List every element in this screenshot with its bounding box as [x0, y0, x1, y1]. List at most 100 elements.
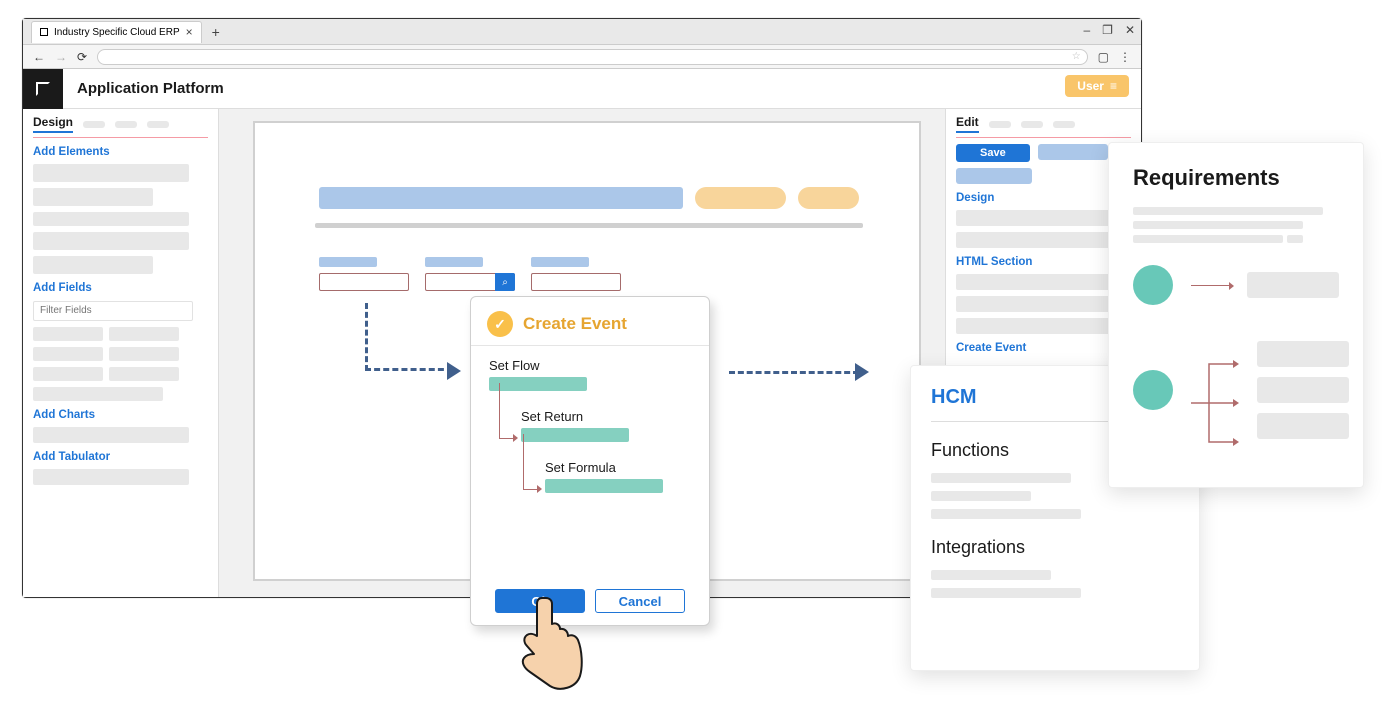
window-close-icon[interactable]: ✕	[1125, 23, 1135, 37]
element-item[interactable]	[33, 212, 189, 226]
requirement-node[interactable]	[1133, 265, 1339, 305]
field-label	[425, 257, 483, 267]
node-target	[1257, 413, 1349, 439]
tab-placeholder[interactable]	[83, 121, 105, 128]
edit-action[interactable]	[956, 168, 1032, 184]
flow-step-set-flow[interactable]: Set Flow	[489, 358, 691, 391]
element-item[interactable]	[33, 164, 189, 182]
field-item[interactable]	[109, 367, 179, 381]
modal-footer: Ok Cancel	[471, 589, 709, 613]
tabulator-item[interactable]	[33, 469, 189, 485]
field-item[interactable]	[109, 347, 179, 361]
chart-item[interactable]	[33, 427, 189, 443]
section-add-fields[interactable]: Add Fields	[33, 282, 208, 294]
flow-step-set-formula[interactable]: Set Formula	[545, 460, 691, 493]
list-item[interactable]	[931, 509, 1081, 519]
canvas-input-field[interactable]	[531, 273, 621, 291]
element-item[interactable]	[33, 188, 153, 206]
flow-step-set-return[interactable]: Set Return	[521, 409, 691, 442]
list-item[interactable]	[931, 491, 1031, 501]
requirement-node-branch[interactable]	[1133, 341, 1339, 439]
new-tab-button[interactable]: +	[202, 24, 230, 40]
field-item[interactable]	[33, 327, 103, 341]
browser-menu-icon[interactable]: ⋮	[1119, 50, 1131, 64]
text-line	[1287, 235, 1303, 243]
favicon-icon	[40, 28, 48, 36]
list-item[interactable]	[931, 588, 1081, 598]
text-line	[1133, 221, 1303, 229]
modal-header: ✓ Create Event	[471, 297, 709, 346]
cancel-button[interactable]: Cancel	[595, 589, 685, 613]
field-item[interactable]	[33, 347, 103, 361]
tab-placeholder[interactable]	[989, 121, 1011, 128]
tab-placeholder[interactable]	[147, 121, 169, 128]
flow-arrow	[365, 303, 453, 371]
section-add-elements[interactable]: Add Elements	[33, 146, 208, 158]
requirements-card: Requirements	[1108, 142, 1364, 488]
step-label: Set Formula	[545, 460, 691, 475]
design-item[interactable]	[956, 232, 1112, 248]
browser-tab[interactable]: Industry Specific Cloud ERP ×	[31, 21, 202, 43]
edit-action[interactable]	[1038, 144, 1108, 160]
window-maximize-icon[interactable]: ❐	[1102, 23, 1113, 37]
section-add-tabulator[interactable]: Add Tabulator	[33, 451, 208, 463]
node-circle-icon	[1133, 265, 1173, 305]
canvas-input-field[interactable]	[319, 273, 409, 291]
tab-title: Industry Specific Cloud ERP	[54, 27, 180, 38]
tab-close-icon[interactable]: ×	[186, 25, 193, 39]
step-label: Set Return	[521, 409, 691, 424]
text-line	[1133, 235, 1283, 243]
canvas-input-row: ⌕	[319, 273, 621, 291]
search-icon-button[interactable]: ⌕	[495, 273, 515, 291]
filter-fields-input[interactable]	[33, 301, 193, 321]
canvas-field-labels	[319, 257, 589, 267]
list-item[interactable]	[931, 570, 1051, 580]
section-create-event[interactable]: Create Event	[956, 342, 1131, 354]
element-item[interactable]	[33, 232, 189, 250]
app-logo[interactable]	[23, 69, 63, 109]
canvas-action-pill[interactable]	[695, 187, 786, 209]
text-line	[1133, 207, 1323, 215]
search-icon: ⌕	[502, 277, 508, 288]
section-html[interactable]: HTML Section	[956, 256, 1131, 268]
canvas-divider	[315, 223, 863, 228]
field-item[interactable]	[33, 367, 103, 381]
html-item[interactable]	[956, 274, 1112, 290]
nav-back-icon[interactable]: ←	[33, 50, 45, 64]
nav-forward-icon[interactable]: →	[55, 50, 67, 64]
window-controls: – ❐ ✕	[1083, 23, 1135, 37]
user-menu-button[interactable]: User ≡	[1065, 75, 1129, 97]
design-item[interactable]	[956, 210, 1112, 226]
list-item[interactable]	[931, 473, 1071, 483]
canvas-search-field[interactable]: ⌕	[425, 273, 515, 291]
tab-placeholder[interactable]	[1021, 121, 1043, 128]
tab-edit[interactable]: Edit	[956, 115, 979, 133]
hcm-integrations-heading: Integrations	[931, 537, 1179, 558]
tab-placeholder[interactable]	[115, 121, 137, 128]
window-minimize-icon[interactable]: –	[1083, 23, 1090, 37]
section-design[interactable]: Design	[956, 192, 1131, 204]
app-title: Application Platform	[63, 80, 224, 97]
user-label: User	[1077, 79, 1104, 93]
tab-placeholder[interactable]	[1053, 121, 1075, 128]
modal-title: Create Event	[523, 314, 627, 334]
field-item[interactable]	[33, 387, 163, 401]
arrow-head-icon	[447, 362, 461, 380]
flow-arrow	[729, 371, 859, 374]
bookmark-star-icon[interactable]: ☆	[1072, 51, 1081, 62]
canvas-title-bar[interactable]	[319, 187, 683, 209]
field-item[interactable]	[109, 327, 179, 341]
element-item[interactable]	[33, 256, 153, 274]
app-header: Application Platform User ≡	[23, 69, 1141, 109]
arrow-head-icon	[855, 363, 869, 381]
canvas-action-pill[interactable]	[798, 187, 859, 209]
tab-design[interactable]: Design	[33, 115, 73, 133]
modal-body: Set Flow Set Return Set Formula	[471, 346, 709, 511]
html-item[interactable]	[956, 296, 1112, 312]
html-item[interactable]	[956, 318, 1112, 334]
save-button[interactable]: Save	[956, 144, 1030, 162]
toolbar-extension-icon[interactable]: ▢	[1098, 50, 1109, 64]
nav-reload-icon[interactable]: ⟳	[77, 50, 87, 64]
section-add-charts[interactable]: Add Charts	[33, 409, 208, 421]
url-input[interactable]: ☆	[97, 49, 1088, 65]
